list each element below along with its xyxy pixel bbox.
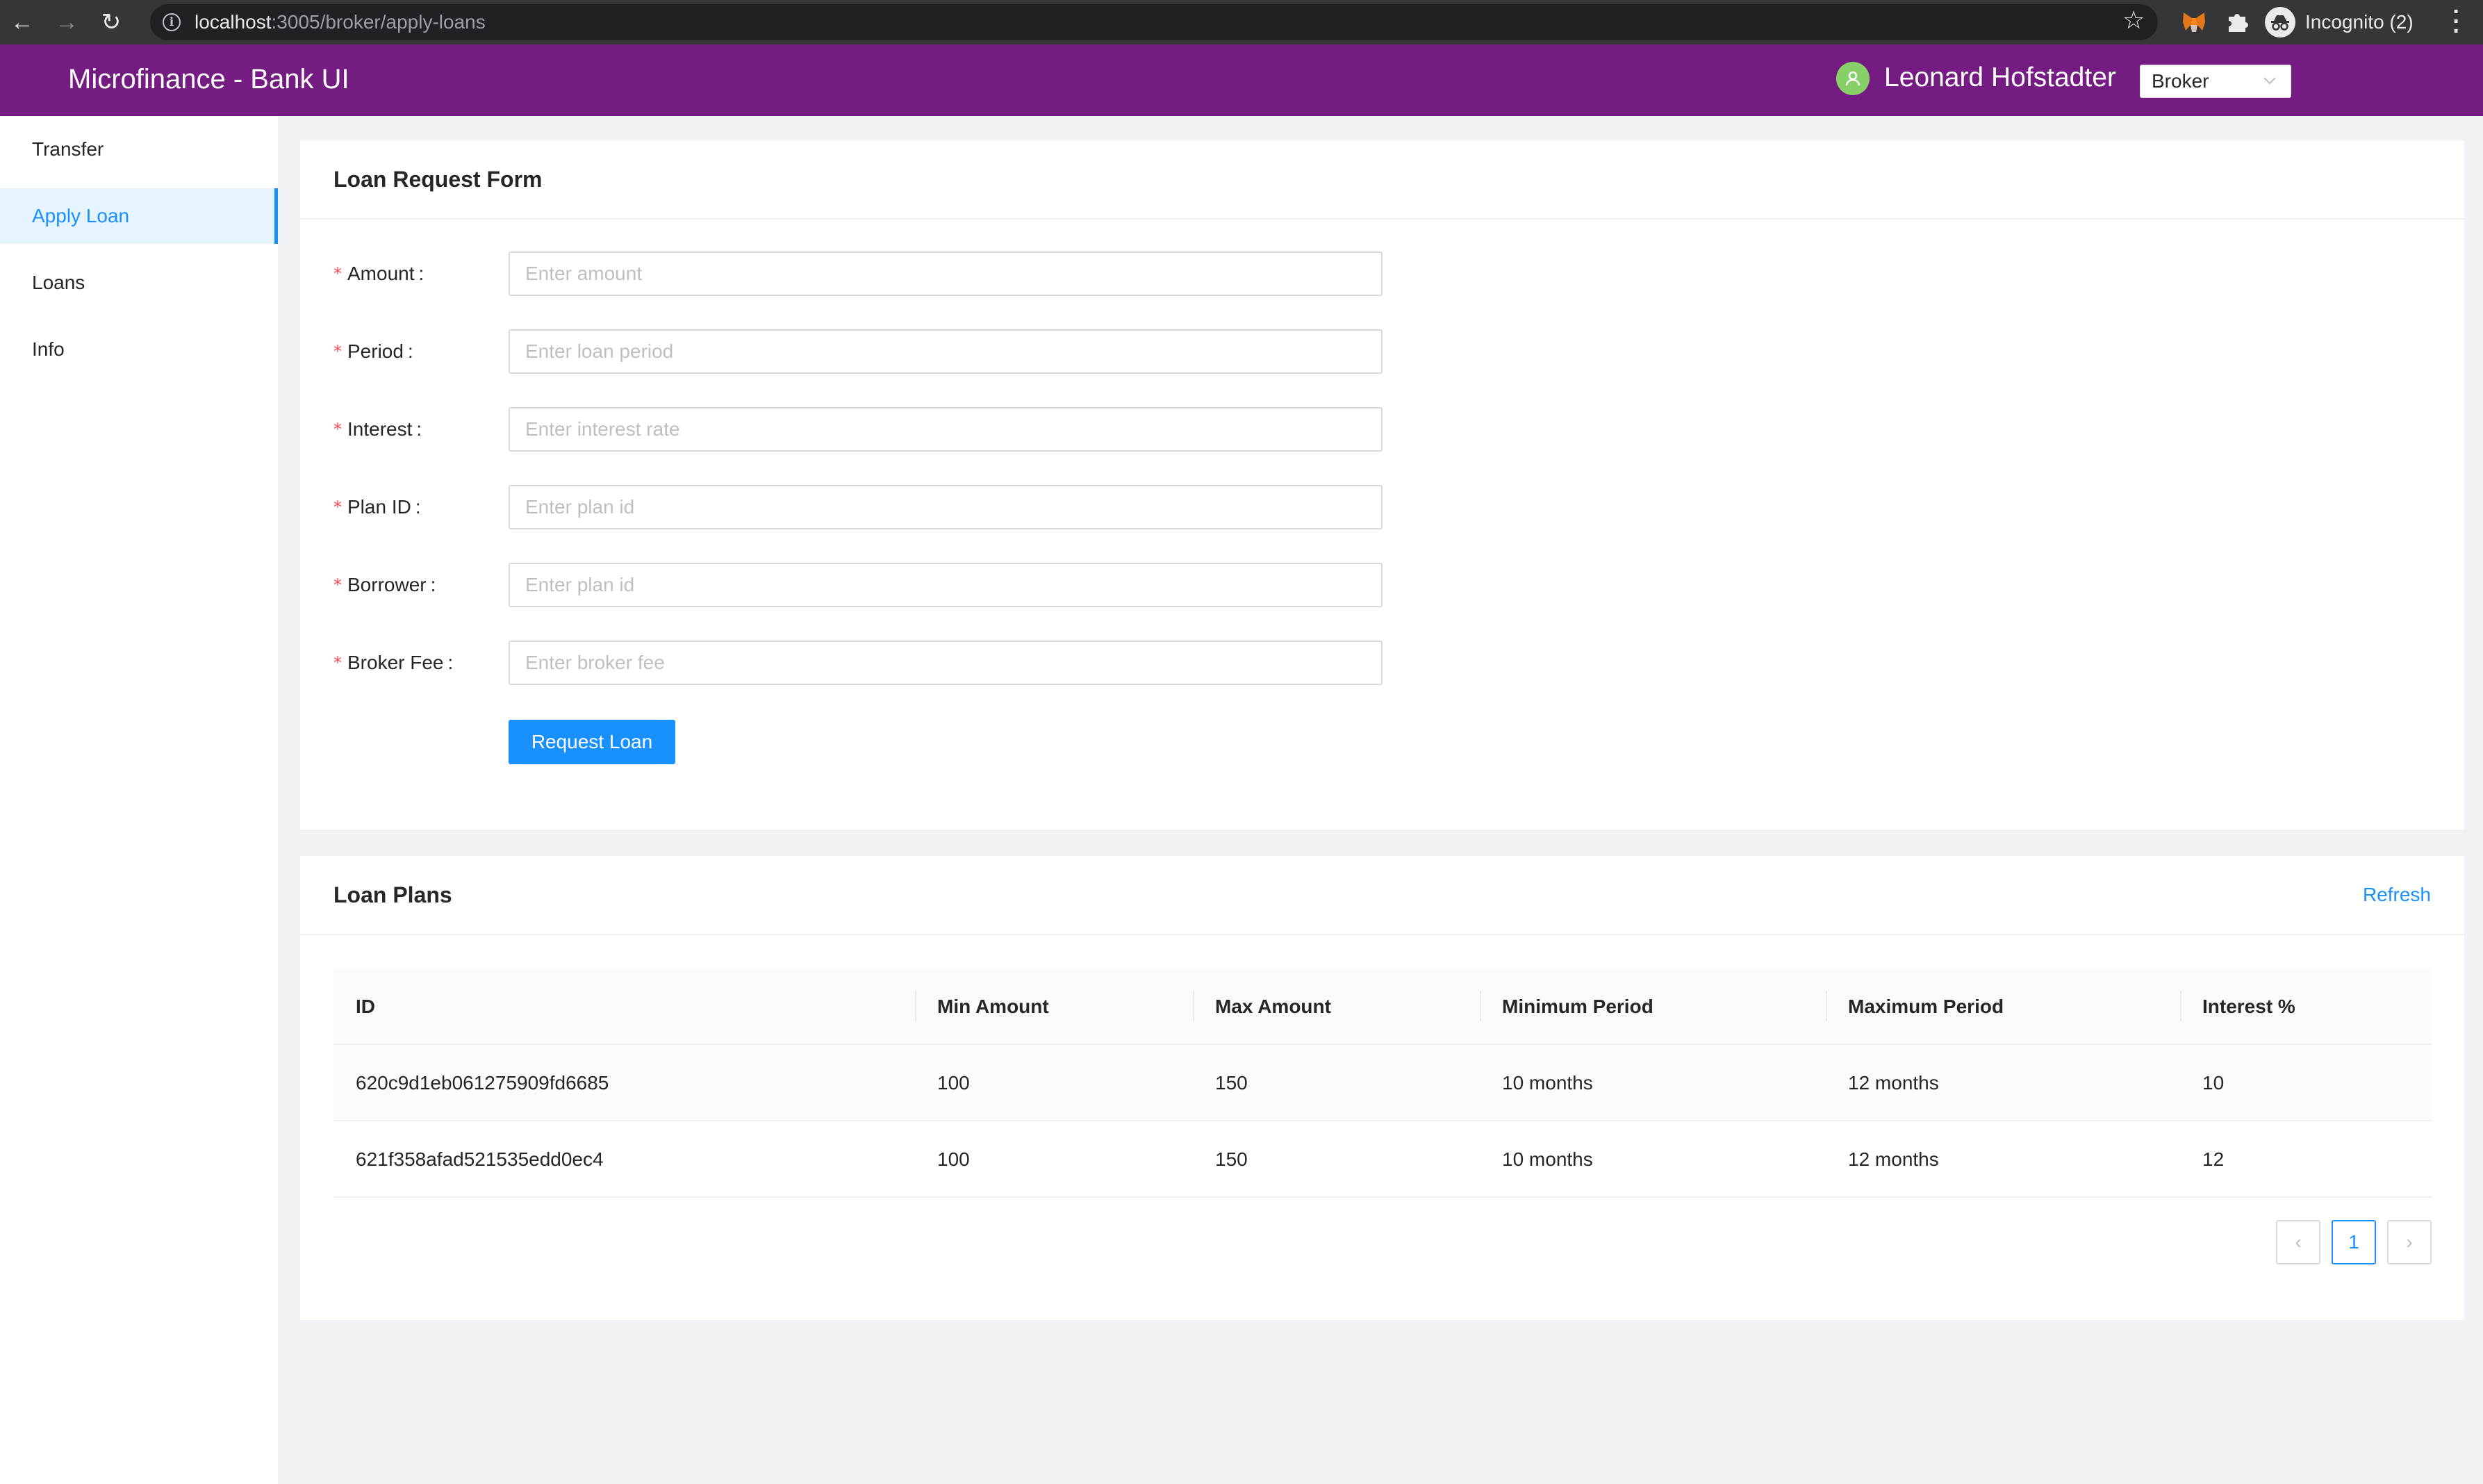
sidebar: Transfer Apply Loan Loans Info — [0, 116, 278, 1484]
chevron-right-icon: › — [2406, 1231, 2413, 1253]
max-period-cell: 12 months — [1848, 1148, 1939, 1170]
incognito-indicator[interactable]: Incognito (2) — [2265, 4, 2414, 40]
chevron-left-icon: ‹ — [2295, 1231, 2302, 1253]
card-header: Loan Request Form — [300, 140, 2464, 220]
pagination-page-1[interactable]: 1 — [2332, 1220, 2376, 1264]
min-amount-cell: 100 — [937, 1148, 970, 1170]
forward-arrow-icon[interactable]: → — [44, 0, 89, 44]
incognito-icon — [2265, 7, 2295, 38]
max-period-cell: 12 months — [1848, 1072, 1939, 1094]
borrower-label: * Borrower: — [333, 574, 436, 595]
metamask-fox-icon[interactable] — [2181, 10, 2206, 35]
pagination-prev-button[interactable]: ‹ — [2276, 1220, 2320, 1264]
site-info-icon[interactable]: i — [163, 13, 181, 31]
back-arrow-icon[interactable]: ← — [0, 0, 44, 44]
loan-plans-card: Loan Plans Refresh ID Min Amount Max Amo… — [300, 856, 2464, 1320]
sidebar-item-loans[interactable]: Loans — [0, 255, 278, 311]
interest-cell: 10 — [2202, 1072, 2225, 1094]
plan-id-cell: 621f358afad521535edd0ec4 — [356, 1148, 604, 1170]
loan-request-card: Loan Request Form *Amount: *Period: *Int… — [300, 140, 2464, 830]
card-header: Loan Plans Refresh — [300, 856, 2464, 935]
column-header-maximum-period: Maximum Period — [1848, 996, 2004, 1017]
max-amount-cell: 150 — [1215, 1072, 1248, 1094]
plans-title: Loan Plans — [333, 882, 452, 907]
borrower-input[interactable] — [509, 563, 1383, 607]
min-amount-cell: 100 — [937, 1072, 970, 1094]
column-header-minimum-period: Minimum Period — [1502, 996, 1653, 1017]
column-header-max-amount: Max Amount — [1215, 996, 1331, 1017]
period-label: * Period: — [333, 340, 413, 362]
bookmark-star-icon[interactable]: ☆ — [2122, 6, 2145, 35]
chevron-down-icon — [2263, 77, 2276, 85]
refresh-link[interactable]: Refresh — [2363, 884, 2431, 906]
broker-fee-input[interactable] — [509, 641, 1383, 685]
form-title: Loan Request Form — [333, 167, 543, 192]
address-bar[interactable]: i localhost:3005/broker/apply-loans — [150, 4, 2158, 40]
browser-toolbar: ← → ↻ i localhost:3005/broker/apply-loan… — [0, 0, 2483, 44]
app-title: Microfinance - Bank UI — [68, 64, 349, 94]
plan-id-input[interactable] — [509, 485, 1383, 529]
sidebar-item-info[interactable]: Info — [0, 322, 278, 377]
interest-input[interactable] — [509, 407, 1383, 452]
url-host: localhost — [195, 11, 272, 33]
table-row[interactable]: 620c9d1eb061275909fd6685 100 150 10 mont… — [333, 1045, 2432, 1121]
request-loan-button[interactable]: Request Loan — [509, 720, 675, 764]
max-amount-cell: 150 — [1215, 1148, 1248, 1170]
min-period-cell: 10 months — [1502, 1148, 1593, 1170]
amount-label: * Amount: — [333, 263, 424, 284]
reload-icon[interactable]: ↻ — [89, 0, 133, 44]
app-header: Microfinance - Bank UI Leonard Hofstadte… — [0, 44, 2483, 116]
min-period-cell: 10 months — [1502, 1072, 1593, 1094]
extensions-puzzle-icon[interactable] — [2225, 8, 2251, 35]
plan-id-label: * Plan ID: — [333, 496, 421, 518]
sidebar-item-transfer[interactable]: Transfer — [0, 122, 278, 177]
sidebar-item-apply-loan[interactable]: Apply Loan — [0, 188, 278, 244]
pagination-next-button[interactable]: › — [2387, 1220, 2432, 1264]
table-row[interactable]: 621f358afad521535edd0ec4 100 150 10 mont… — [333, 1121, 2432, 1198]
column-header-id: ID — [356, 996, 375, 1017]
interest-label: * Interest: — [333, 418, 422, 440]
broker-fee-label: * Broker Fee: — [333, 652, 454, 673]
user-avatar-icon — [1836, 62, 1870, 95]
column-header-interest: Interest % — [2202, 996, 2295, 1017]
role-select-value: Broker — [2152, 70, 2209, 92]
url-path: :3005/broker/apply-loans — [271, 11, 486, 33]
user-name: Leonard Hofstadter — [1884, 63, 2116, 92]
amount-input[interactable] — [509, 252, 1383, 296]
interest-cell: 12 — [2202, 1148, 2225, 1170]
plan-id-cell: 620c9d1eb061275909fd6685 — [356, 1072, 609, 1094]
browser-menu-icon[interactable]: · · · — [2450, 0, 2464, 43]
period-input[interactable] — [509, 329, 1383, 374]
table-header: ID Min Amount Max Amount Minimum Period … — [333, 968, 2432, 1045]
role-select[interactable]: Broker — [2140, 65, 2291, 98]
column-header-min-amount: Min Amount — [937, 996, 1049, 1017]
incognito-label: Incognito (2) — [2305, 11, 2414, 33]
